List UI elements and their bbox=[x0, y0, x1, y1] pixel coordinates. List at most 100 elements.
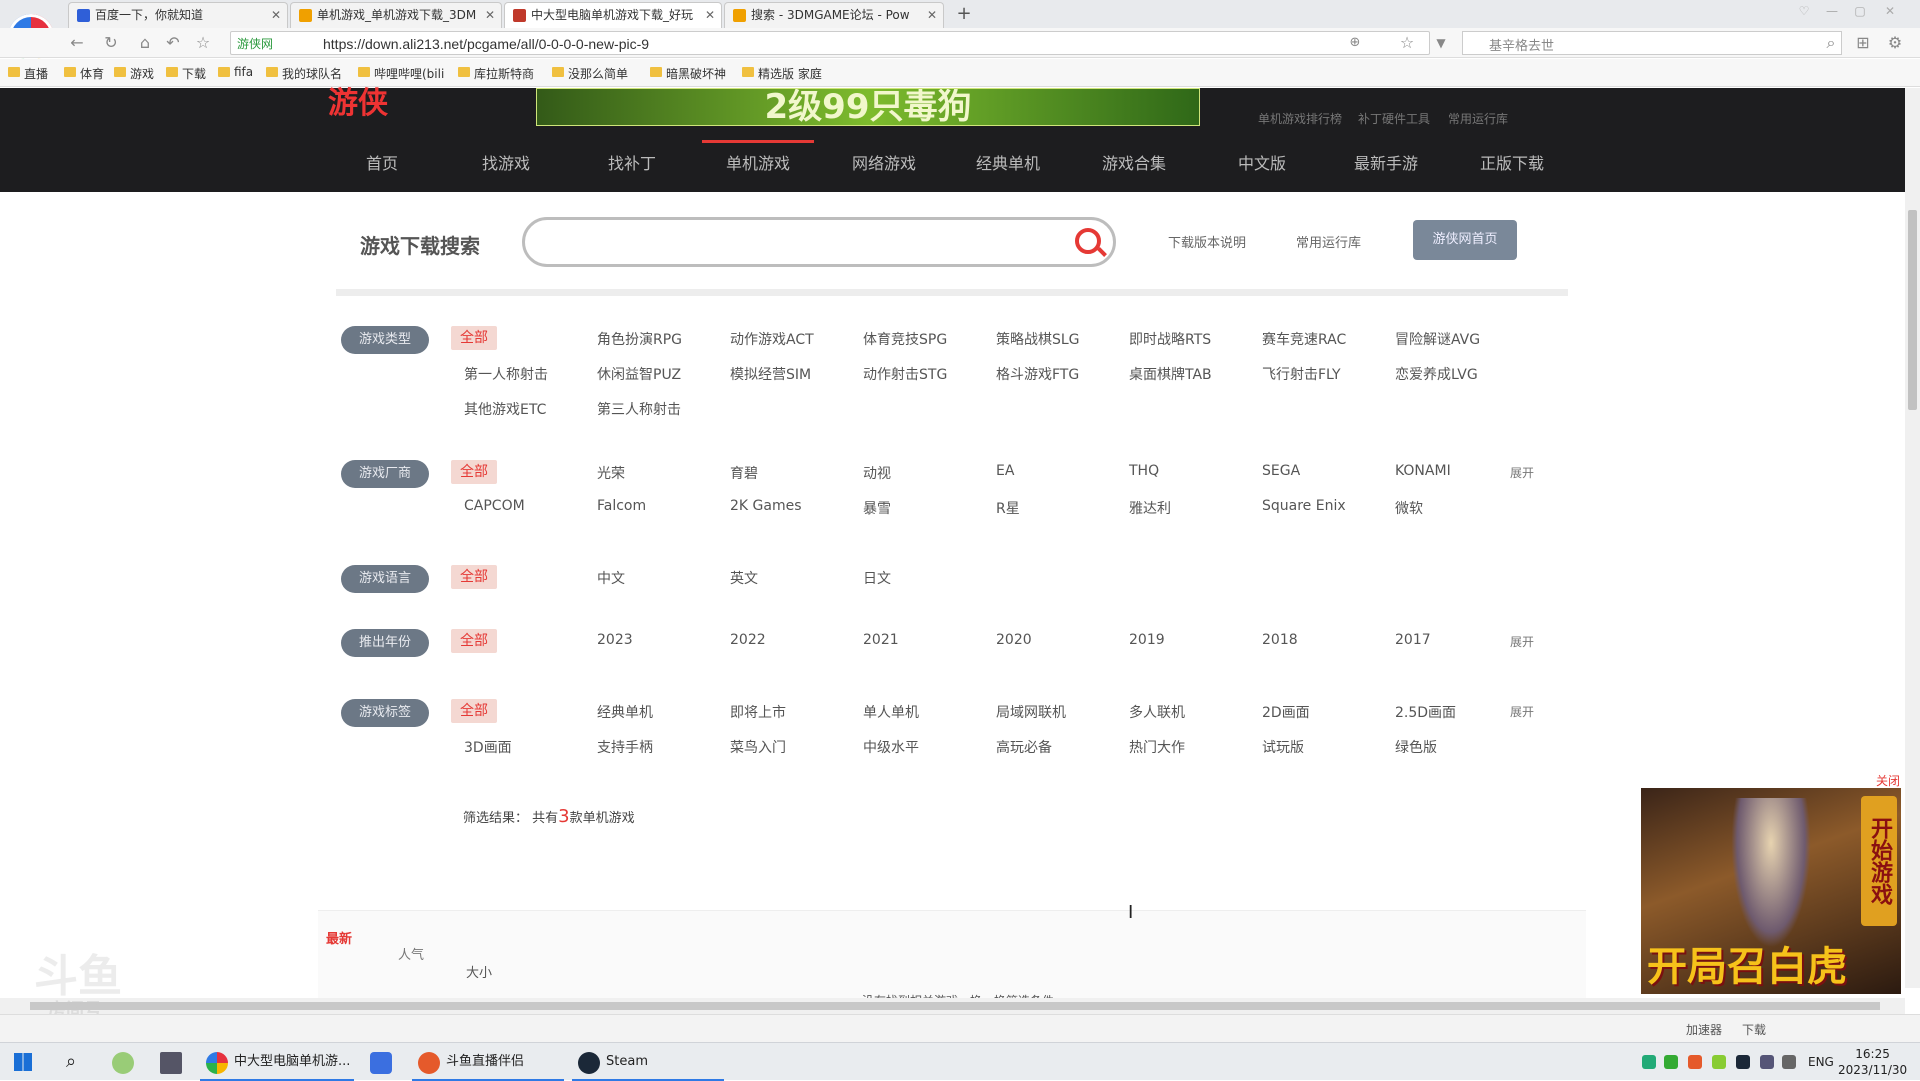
maximize-icon[interactable]: ▢ bbox=[1850, 4, 1870, 20]
filter-option[interactable]: 2D画面 bbox=[1262, 702, 1310, 722]
ad-close-button[interactable]: 关闭 bbox=[1876, 772, 1900, 789]
app-icon[interactable] bbox=[108, 1043, 138, 1081]
filter-option[interactable]: 2K Games bbox=[730, 498, 802, 514]
tab-ali213[interactable]: 中大型电脑单机游戏下载_好玩 ✕ bbox=[504, 2, 722, 29]
nav-find-patch[interactable]: 找补丁 bbox=[608, 150, 656, 174]
filter-option[interactable]: 中级水平 bbox=[863, 737, 919, 757]
bookmark-item[interactable]: 精选版 家庭 bbox=[742, 65, 822, 82]
filter-option[interactable]: 日文 bbox=[863, 568, 891, 588]
filter-option[interactable]: 桌面棋牌TAB bbox=[1129, 364, 1212, 384]
new-tab-button[interactable]: + bbox=[952, 4, 976, 26]
filter-option[interactable]: 动作射击STG bbox=[863, 364, 947, 384]
nav-official[interactable]: 正版下载 bbox=[1480, 150, 1544, 174]
filter-option[interactable]: 赛车竞速RAC bbox=[1262, 329, 1346, 349]
filter-option[interactable]: 动视 bbox=[863, 463, 891, 483]
ad-start-button[interactable]: 开始游戏 bbox=[1861, 796, 1897, 926]
nav-mobile[interactable]: 最新手游 bbox=[1354, 150, 1418, 174]
filter-option[interactable]: 冒险解谜AVG bbox=[1395, 329, 1480, 349]
close-icon[interactable]: ✕ bbox=[485, 3, 495, 27]
home-button[interactable]: 游侠网首页 bbox=[1413, 220, 1517, 260]
ad-banner[interactable]: 2级99只毒狗 bbox=[536, 88, 1200, 126]
bookmark-item[interactable]: 我的球队名 bbox=[266, 65, 342, 82]
bookmark-item[interactable]: 没那么简单 bbox=[552, 65, 628, 82]
dropdown-icon[interactable]: ▼ bbox=[1430, 33, 1452, 53]
filter-option[interactable]: 微软 bbox=[1395, 498, 1423, 518]
filter-option[interactable]: 2020 bbox=[996, 632, 1032, 648]
header-link[interactable]: 常用运行库 bbox=[1448, 110, 1508, 127]
filter-option[interactable]: 经典单机 bbox=[597, 702, 653, 722]
back-icon[interactable]: ← bbox=[66, 33, 88, 53]
taskbar-browser[interactable]: 中大型电脑单机游... bbox=[200, 1043, 354, 1081]
tab-baidu[interactable]: 百度一下，你就知道 ✕ bbox=[68, 2, 288, 28]
filter-option[interactable]: 格斗游戏FTG bbox=[996, 364, 1079, 384]
tray-icon[interactable] bbox=[1664, 1055, 1678, 1069]
version-note-link[interactable]: 下载版本说明 bbox=[1168, 232, 1246, 251]
filter-option[interactable]: 热门大作 bbox=[1129, 737, 1185, 757]
network-icon[interactable] bbox=[1760, 1055, 1774, 1069]
filter-option[interactable]: 第三人称射击 bbox=[597, 399, 681, 419]
windows-start-icon[interactable] bbox=[14, 1053, 32, 1071]
close-icon[interactable]: ✕ bbox=[927, 3, 937, 27]
clock[interactable]: 16:25 2023/11/30 bbox=[1838, 1046, 1907, 1078]
filter-option[interactable]: 支持手柄 bbox=[597, 737, 653, 757]
tray-icon[interactable] bbox=[1642, 1055, 1656, 1069]
minimize-icon[interactable]: — bbox=[1822, 4, 1842, 20]
filter-option[interactable]: 高玩必备 bbox=[996, 737, 1052, 757]
filter-all-option[interactable]: 全部 bbox=[451, 699, 497, 723]
filter-option[interactable]: 角色扮演RPG bbox=[597, 329, 682, 349]
scroll-thumb[interactable] bbox=[1908, 210, 1917, 410]
filter-option[interactable]: EA bbox=[996, 463, 1014, 479]
filter-option[interactable]: 2019 bbox=[1129, 632, 1165, 648]
bookmark-item[interactable]: fifa bbox=[218, 65, 253, 79]
tools-icon[interactable]: ⚙ bbox=[1884, 33, 1906, 53]
taskbar-douyu[interactable]: 斗鱼直播伴侣 bbox=[412, 1043, 564, 1081]
language-indicator[interactable]: ENG bbox=[1808, 1043, 1834, 1081]
undo-icon[interactable]: ↶ bbox=[162, 33, 184, 53]
filter-option[interactable]: 2023 bbox=[597, 632, 633, 648]
filter-option[interactable]: 暴雪 bbox=[863, 498, 891, 518]
url-input[interactable]: 游侠网 https://down.ali213.net/pcgame/all/0… bbox=[230, 31, 1430, 55]
header-link[interactable]: 单机游戏排行榜 bbox=[1258, 110, 1342, 127]
runtime-link[interactable]: 常用运行库 bbox=[1296, 232, 1361, 251]
tray-icon[interactable] bbox=[1736, 1055, 1750, 1069]
filter-all-option[interactable]: 全部 bbox=[451, 460, 497, 484]
nav-home[interactable]: 首页 bbox=[366, 150, 398, 174]
calculator-icon[interactable] bbox=[156, 1043, 186, 1081]
filter-option[interactable]: R星 bbox=[996, 498, 1020, 518]
filter-option[interactable]: 育碧 bbox=[730, 463, 758, 483]
search-icon[interactable]: ⌕ bbox=[56, 1043, 86, 1081]
bookmark-item[interactable]: 体育 bbox=[64, 65, 104, 82]
refresh-icon[interactable]: ↻ bbox=[100, 33, 122, 53]
bookmark-item[interactable]: 下载 bbox=[166, 65, 206, 82]
filter-option[interactable]: 绿色版 bbox=[1395, 737, 1437, 757]
filter-option[interactable]: Falcom bbox=[597, 498, 646, 514]
filter-option[interactable]: 多人联机 bbox=[1129, 702, 1185, 722]
filter-option[interactable]: 试玩版 bbox=[1262, 737, 1304, 757]
favorite-icon[interactable]: ☆ bbox=[1396, 33, 1418, 53]
grid-icon[interactable]: ⊞ bbox=[1852, 33, 1874, 53]
game-ad[interactable]: 开始游戏 开局召白虎 bbox=[1641, 788, 1901, 994]
close-window-icon[interactable]: ✕ bbox=[1880, 4, 1900, 20]
filter-option[interactable]: 模拟经营SIM bbox=[730, 364, 811, 384]
tab-3dmgame-forum[interactable]: 搜索 - 3DMGAME论坛 - Pow ✕ bbox=[724, 2, 944, 28]
filter-option[interactable]: Square Enix bbox=[1262, 498, 1346, 514]
filter-option[interactable]: 休闲益智PUZ bbox=[597, 364, 681, 384]
tab-3dm[interactable]: 单机游戏_单机游戏下载_3DM ✕ bbox=[290, 2, 502, 28]
search-icon[interactable]: ⌕ bbox=[1820, 33, 1842, 53]
filter-option[interactable]: 即将上市 bbox=[730, 702, 786, 722]
site-logo[interactable]: 游侠 bbox=[328, 88, 488, 120]
sort-newest-tab[interactable]: 最新 bbox=[326, 928, 352, 947]
filter-option[interactable]: 2018 bbox=[1262, 632, 1298, 648]
expand-button[interactable]: 展开 bbox=[1510, 703, 1534, 720]
nav-single-player[interactable]: 单机游戏 bbox=[701, 140, 815, 174]
filter-all-option[interactable]: 全部 bbox=[451, 629, 497, 653]
filter-option[interactable]: 动作游戏ACT bbox=[730, 329, 814, 349]
filter-all-option[interactable]: 全部 bbox=[451, 326, 497, 350]
filter-option[interactable]: 体育竞技SPG bbox=[863, 329, 947, 349]
filter-option[interactable]: 飞行射击FLY bbox=[1262, 364, 1341, 384]
filter-option[interactable]: 雅达利 bbox=[1129, 498, 1171, 518]
filter-option[interactable]: KONAMI bbox=[1395, 463, 1451, 479]
taskbar-steam[interactable]: Steam bbox=[572, 1043, 724, 1081]
expand-button[interactable]: 展开 bbox=[1510, 464, 1534, 481]
skin-icon[interactable]: ♡ bbox=[1794, 4, 1814, 20]
